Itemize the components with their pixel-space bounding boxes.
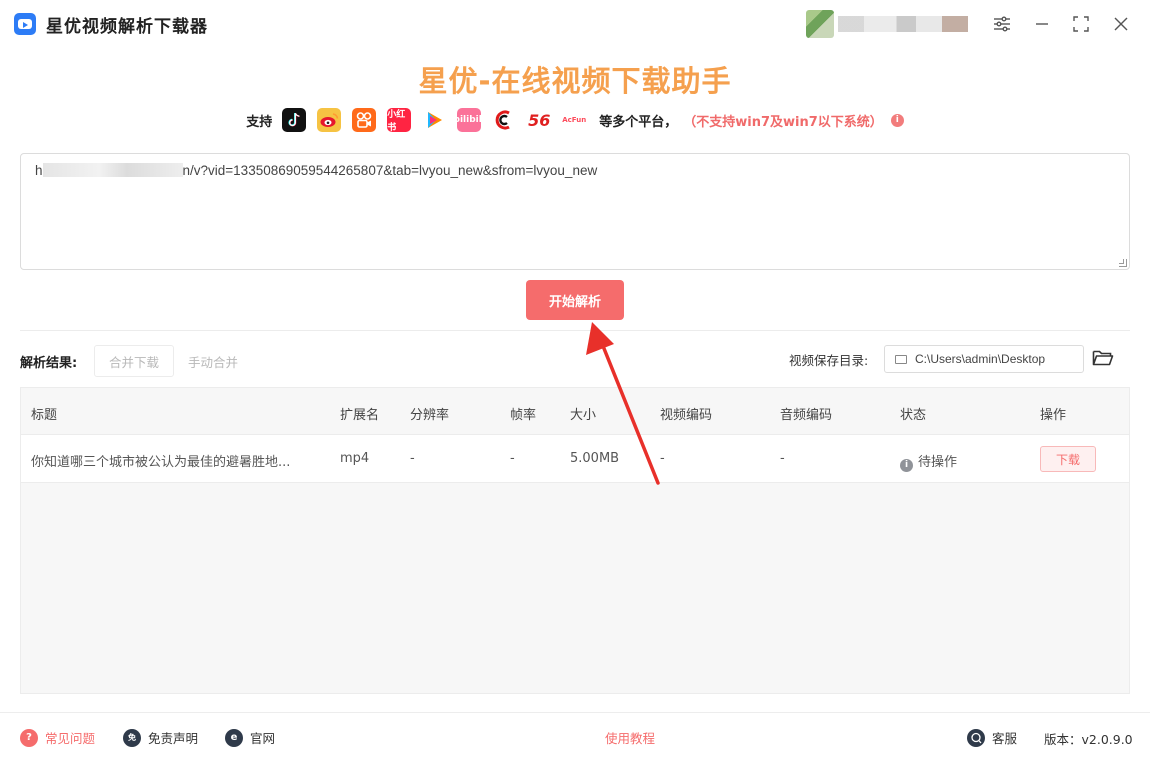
chat-icon <box>967 728 985 747</box>
douyin-icon <box>282 108 307 132</box>
col-resolution: 分辨率 <box>410 408 450 423</box>
tencent-video-icon <box>422 108 447 132</box>
browser-icon: e <box>225 728 243 747</box>
service-label: 客服 <box>992 731 1018 746</box>
xiaohongshu-icon: 小红书 <box>387 108 412 132</box>
divider <box>20 330 1130 331</box>
save-dir-path: C:\Users\admin\Desktop <box>915 352 1046 366</box>
folder-icon <box>895 354 907 364</box>
col-audio-codec: 音频编码 <box>780 408 833 423</box>
url-input[interactable]: h n/v?vid=13350869059544265807&tab=lvyou_… <box>20 153 1130 270</box>
question-icon: ? <box>20 728 38 747</box>
download-button[interactable]: 下载 <box>1040 446 1096 472</box>
cell-fps: - <box>510 451 515 466</box>
save-dir-label: 视频保存目录: <box>789 353 869 368</box>
col-status: 状态 <box>900 408 927 423</box>
info-icon[interactable]: i <box>890 113 904 127</box>
bilibili-icon: bilibili <box>457 108 482 132</box>
username-blurred[interactable] <box>838 16 968 32</box>
cell-title: 你知道哪三个城市被公认为最佳的避暑胜地... <box>31 455 291 470</box>
cell-audio-codec: - <box>780 451 785 466</box>
acfun-icon: AcFun <box>562 108 587 132</box>
faq-label: 常见问题 <box>45 731 96 746</box>
col-fps: 帧率 <box>510 408 537 423</box>
title-bar: 星优视频解析下载器 <box>0 0 1150 48</box>
more-platforms-text: 等多个平台， <box>599 114 678 130</box>
disclaimer-label: 免责声明 <box>148 731 199 746</box>
col-ext: 扩展名 <box>340 408 380 423</box>
manual-merge-button[interactable]: 手动合并 <box>188 352 238 371</box>
cell-resolution: - <box>410 451 415 466</box>
tutorial-link[interactable]: 使用教程 <box>605 728 655 747</box>
support-label: 支持 <box>246 114 273 130</box>
url-text-prefix: h <box>35 163 43 178</box>
folder-open-icon[interactable] <box>1092 348 1114 368</box>
customer-service-link[interactable]: 客服 <box>967 728 1017 747</box>
save-dir-input[interactable]: C:\Users\admin\Desktop <box>884 345 1084 373</box>
table-header: 标题 扩展名 分辨率 帧率 大小 视频编码 音频编码 状态 操作 <box>21 388 1129 435</box>
col-size: 大小 <box>570 408 597 423</box>
weibo-icon <box>317 108 342 132</box>
result-label: 解析结果: <box>20 356 78 371</box>
disclaimer-link[interactable]: 免免责声明 <box>123 728 198 747</box>
app-title: 星优视频解析下载器 <box>46 17 208 37</box>
56-icon: 56 <box>527 108 552 132</box>
website-link[interactable]: e 官网 <box>225 728 275 747</box>
version-text: 版本：v2.0.9.0 <box>1044 732 1133 747</box>
cell-size: 5.00MB <box>570 451 620 466</box>
hero-title: 星优-在线视频下载助手 <box>418 64 732 98</box>
cell-video-codec: - <box>660 451 665 466</box>
cctv-icon <box>492 108 517 132</box>
merge-download-button[interactable]: 合并下载 <box>94 345 174 377</box>
table-row[interactable]: 你知道哪三个城市被公认为最佳的避暑胜地... mp4 - - 5.00MB - … <box>21 435 1129 483</box>
cell-status: i 待操作 <box>900 451 957 472</box>
col-title: 标题 <box>31 408 58 423</box>
cell-ext: mp4 <box>340 451 370 466</box>
system-warning: （不支持win7及win7以下系统） <box>683 114 883 130</box>
close-icon[interactable] <box>1109 12 1133 36</box>
status-info-icon: i <box>900 459 913 472</box>
settings-sliders-icon[interactable] <box>990 12 1014 36</box>
avatar[interactable] <box>806 10 834 38</box>
footer: ? 常见问题 免免责声明 e 官网 使用教程 客服 版本：v2.0.9.0 <box>0 712 1150 760</box>
supported-platforms: 支持 小红书 bilibili 56 AcFun 等多个平台， （不支持win7… <box>0 106 1150 134</box>
url-text: n/v?vid=13350869059544265807&tab=lvyou_n… <box>182 163 598 178</box>
col-video-codec: 视频编码 <box>660 408 713 423</box>
results-table: 标题 扩展名 分辨率 帧率 大小 视频编码 音频编码 状态 操作 你知道哪三个城… <box>20 387 1130 694</box>
start-parse-button[interactable]: 开始解析 <box>526 280 624 320</box>
textarea-resize-handle[interactable] <box>1119 259 1127 267</box>
col-action: 操作 <box>1040 408 1067 423</box>
maximize-icon[interactable] <box>1069 12 1093 36</box>
url-blurred-segment <box>42 163 183 177</box>
app-logo-icon <box>14 13 36 35</box>
website-label: 官网 <box>250 731 276 746</box>
minimize-icon[interactable] <box>1030 12 1054 36</box>
disclaimer-icon: 免 <box>123 728 141 747</box>
status-text: 待操作 <box>918 455 958 470</box>
kuaishou-icon <box>352 108 377 132</box>
faq-link[interactable]: ? 常见问题 <box>20 728 95 747</box>
